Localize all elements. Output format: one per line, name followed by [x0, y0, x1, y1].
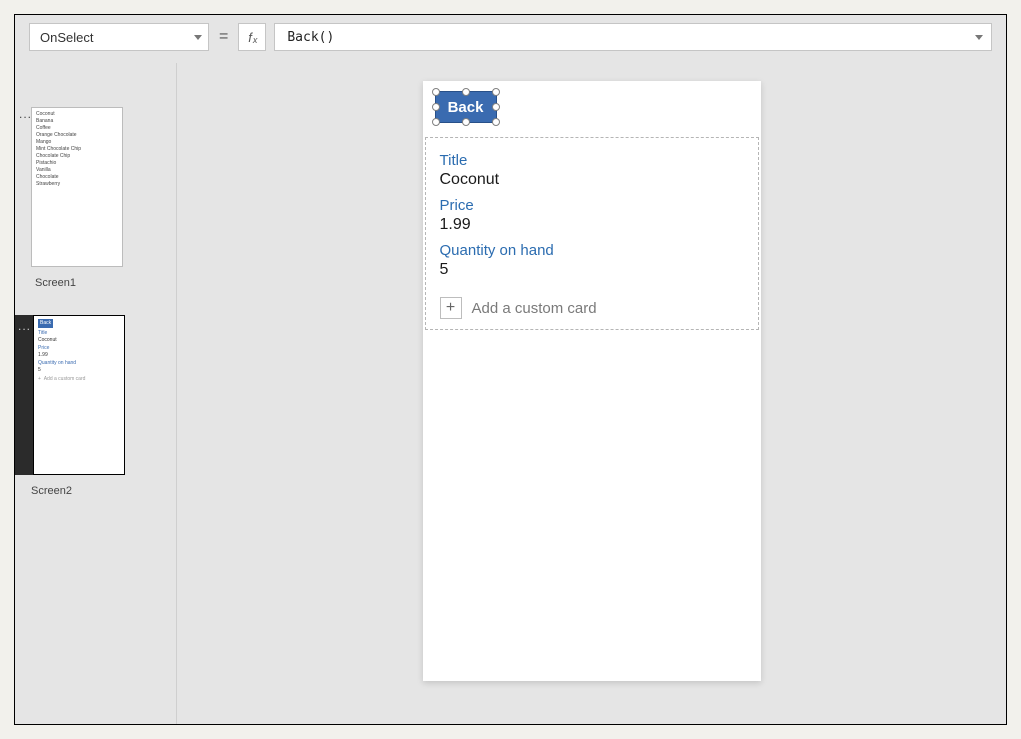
screens-panel: ... Coconut Banana Coffee Orange Chocola…	[15, 63, 177, 724]
resize-handle[interactable]	[432, 88, 440, 96]
canvas-screen[interactable]: Back Title Coconut Price	[423, 81, 761, 681]
chevron-down-icon	[194, 35, 202, 40]
fx-icon[interactable]: fx	[238, 23, 266, 51]
screen2-selected-strip: ...	[15, 315, 33, 475]
equals-label: =	[217, 28, 230, 46]
screen1-thumbnail[interactable]: Coconut Banana Coffee Orange Chocolate M…	[31, 107, 123, 267]
screen2-thumbnail-block: ... Back Title Coconut Price 1.99 Quanti…	[15, 315, 176, 497]
plus-icon: +	[440, 297, 462, 319]
property-selector[interactable]: OnSelect	[29, 23, 209, 51]
screen2-label[interactable]: Screen2	[31, 485, 176, 497]
powerapps-editor-frame: OnSelect = fx Back() ... Coconut	[14, 14, 1007, 725]
formula-text: Back()	[287, 30, 334, 45]
resize-handle[interactable]	[462, 118, 470, 126]
field-qty-label: Quantity on hand	[440, 242, 744, 259]
display-form[interactable]: Title Coconut Price 1.99 Quantity on han…	[425, 137, 759, 330]
more-icon[interactable]: ...	[19, 107, 31, 121]
field-price-value: 1.99	[440, 216, 744, 234]
add-custom-card-label: Add a custom card	[472, 300, 597, 317]
back-button-label: Back	[448, 99, 484, 116]
canvas-area: Back Title Coconut Price	[177, 63, 1006, 724]
resize-handle[interactable]	[492, 103, 500, 111]
screen1-thumbnail-block: ... Coconut Banana Coffee Orange Chocola…	[15, 107, 176, 289]
more-icon[interactable]: ...	[18, 319, 30, 333]
screen2-thumbnail[interactable]: Back Title Coconut Price 1.99 Quantity o…	[33, 315, 125, 475]
screen1-label[interactable]: Screen1	[35, 277, 176, 289]
formula-input[interactable]: Back()	[274, 23, 992, 51]
resize-handle[interactable]	[492, 88, 500, 96]
add-custom-card[interactable]: + Add a custom card	[440, 297, 744, 319]
field-qty-value: 5	[440, 261, 744, 279]
field-title-label: Title	[440, 152, 744, 169]
chevron-down-icon	[975, 35, 983, 40]
field-price-label: Price	[440, 197, 744, 214]
back-button[interactable]: Back	[435, 91, 497, 123]
resize-handle[interactable]	[492, 118, 500, 126]
formula-bar: OnSelect = fx Back()	[15, 15, 1006, 63]
field-title-value: Coconut	[440, 171, 744, 189]
resize-handle[interactable]	[432, 118, 440, 126]
resize-handle[interactable]	[462, 88, 470, 96]
property-selector-value: OnSelect	[40, 30, 93, 45]
resize-handle[interactable]	[432, 103, 440, 111]
